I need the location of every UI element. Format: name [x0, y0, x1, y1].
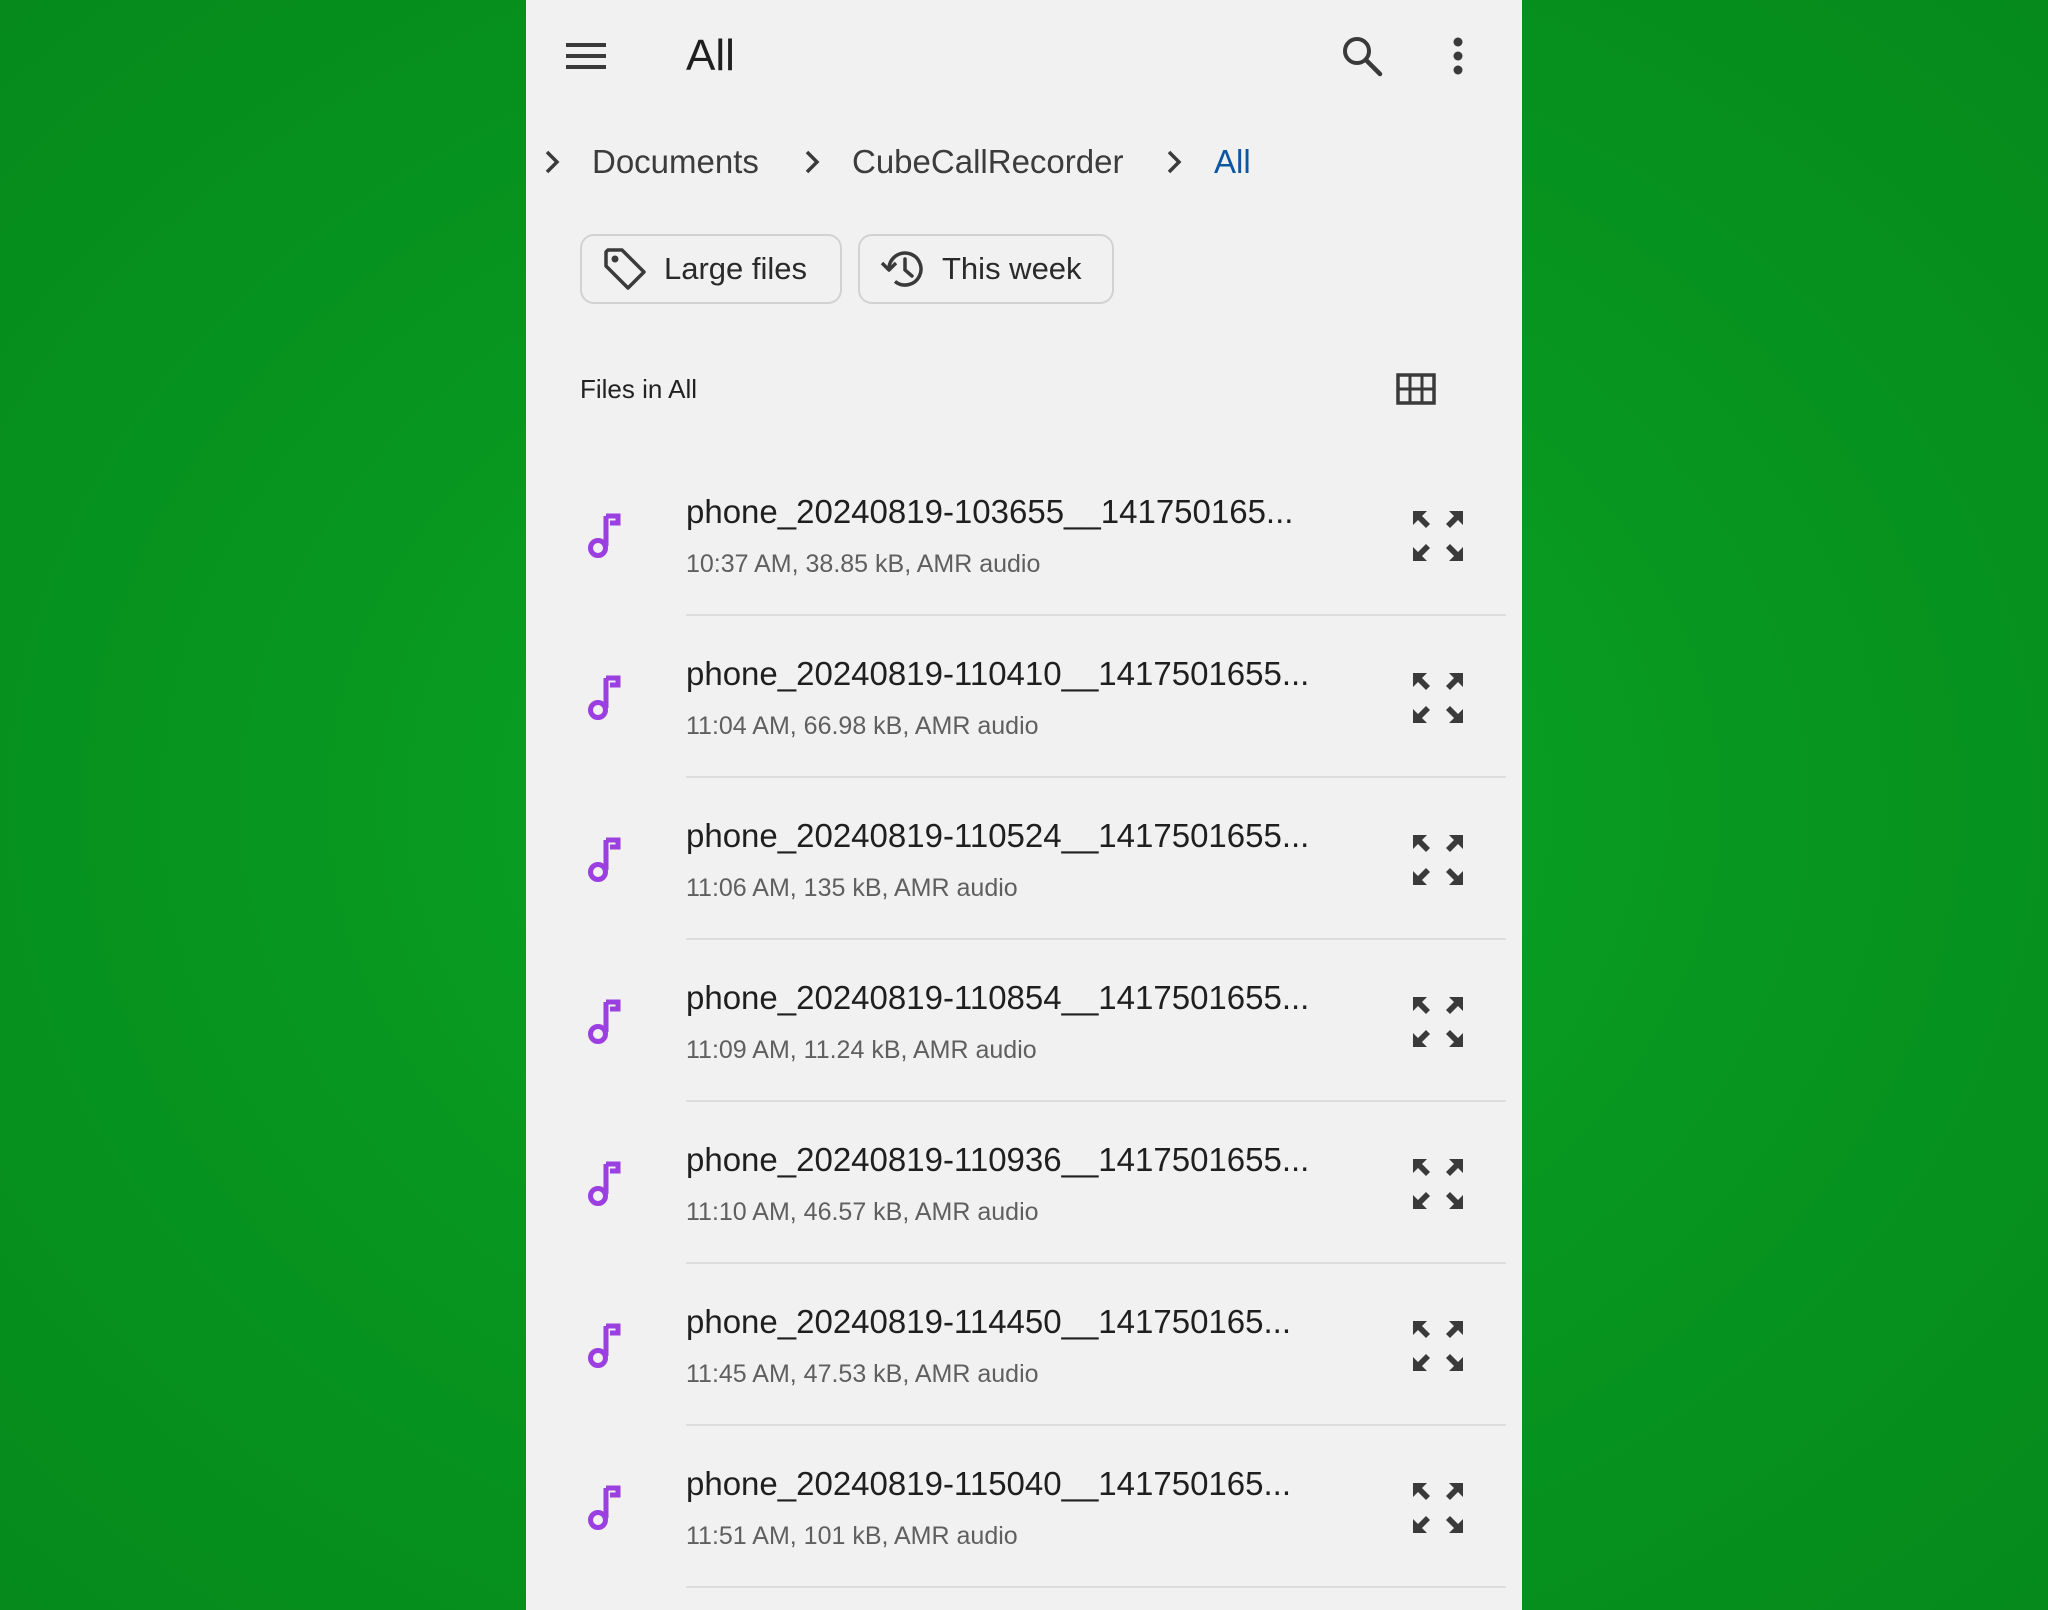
divider — [686, 1586, 1506, 1588]
file-meta: 11:45 AM, 47.53 kB, AMR audio — [686, 1360, 1039, 1388]
file-name: phone_20240819-110936__1417501655... — [686, 1141, 1310, 1178]
expand-icon[interactable] — [1408, 1316, 1468, 1376]
breadcrumb: Documents CubeCallRecorder All — [526, 134, 1522, 190]
expand-icon[interactable] — [1408, 506, 1468, 566]
history-icon — [878, 244, 928, 294]
file-meta: 11:10 AM, 46.57 kB, AMR audio — [686, 1198, 1039, 1226]
file-name: phone_20240819-103655__141750165... — [686, 493, 1294, 530]
audio-file-icon — [588, 837, 621, 882]
file-name: phone_20240819-110524__1417501655... — [686, 817, 1310, 854]
list-item[interactable]: phone_20240819-110524__1417501655... 11:… — [526, 778, 1522, 940]
chip-label: Large files — [664, 251, 808, 286]
tag-icon — [600, 244, 650, 294]
audio-file-icon — [588, 675, 621, 720]
audio-file-icon — [588, 1161, 621, 1206]
file-name: phone_20240819-110854__1417501655... — [686, 979, 1310, 1016]
audio-file-icon — [588, 1485, 621, 1530]
audio-file-icon — [588, 1323, 621, 1368]
expand-icon[interactable] — [1408, 1154, 1468, 1214]
list-item[interactable]: phone_20240819-115040__141750165... 11:5… — [526, 1426, 1522, 1588]
file-list: phone_20240819-103655__141750165... 10:3… — [526, 454, 1522, 1588]
file-meta: 11:04 AM, 66.98 kB, AMR audio — [686, 712, 1039, 740]
file-meta: 11:09 AM, 11.24 kB, AMR audio — [686, 1036, 1037, 1064]
expand-icon[interactable] — [1408, 830, 1468, 890]
chevron-right-icon — [805, 150, 820, 174]
list-item[interactable]: phone_20240819-110854__1417501655... 11:… — [526, 940, 1522, 1102]
expand-icon[interactable] — [1408, 992, 1468, 1052]
search-icon[interactable] — [1334, 28, 1390, 84]
chip-this-week[interactable]: This week — [858, 234, 1114, 304]
more-vert-icon[interactable] — [1436, 28, 1480, 84]
list-item[interactable]: phone_20240819-114450__141750165... 11:4… — [526, 1264, 1522, 1426]
file-meta: 11:06 AM, 135 kB, AMR audio — [686, 874, 1018, 902]
phone-screen: All Documents CubeCallRecorder All Large… — [526, 0, 1522, 1610]
file-name: phone_20240819-110410__1417501655... — [686, 655, 1310, 692]
breadcrumb-documents[interactable]: Documents — [592, 140, 759, 184]
chevron-right-icon — [1167, 150, 1182, 174]
audio-file-icon — [588, 999, 621, 1044]
chip-large-files[interactable]: Large files — [580, 234, 842, 304]
file-name: phone_20240819-114450__141750165... — [686, 1303, 1291, 1340]
expand-icon[interactable] — [1408, 1478, 1468, 1538]
audio-file-icon — [588, 513, 621, 558]
file-name: phone_20240819-115040__141750165... — [686, 1465, 1291, 1502]
breadcrumb-cubecallrecorder[interactable]: CubeCallRecorder — [852, 140, 1123, 184]
expand-icon[interactable] — [1408, 668, 1468, 728]
section-title: Files in All — [580, 374, 698, 404]
chevron-right-icon — [545, 150, 560, 174]
hamburger-menu-icon[interactable] — [558, 30, 614, 82]
file-meta: 10:37 AM, 38.85 kB, AMR audio — [686, 550, 1041, 578]
list-item[interactable]: phone_20240819-103655__141750165... 10:3… — [526, 454, 1522, 616]
breadcrumb-all[interactable]: All — [1214, 140, 1251, 184]
chip-label: This week — [942, 251, 1082, 286]
top-app-bar: All — [526, 0, 1522, 112]
list-item[interactable]: phone_20240819-110410__1417501655... 11:… — [526, 616, 1522, 778]
file-meta: 11:51 AM, 101 kB, AMR audio — [686, 1522, 1018, 1550]
grid-view-icon[interactable] — [1392, 368, 1440, 410]
list-item[interactable]: phone_20240819-110936__1417501655... 11:… — [526, 1102, 1522, 1264]
page-title: All — [686, 31, 735, 80]
